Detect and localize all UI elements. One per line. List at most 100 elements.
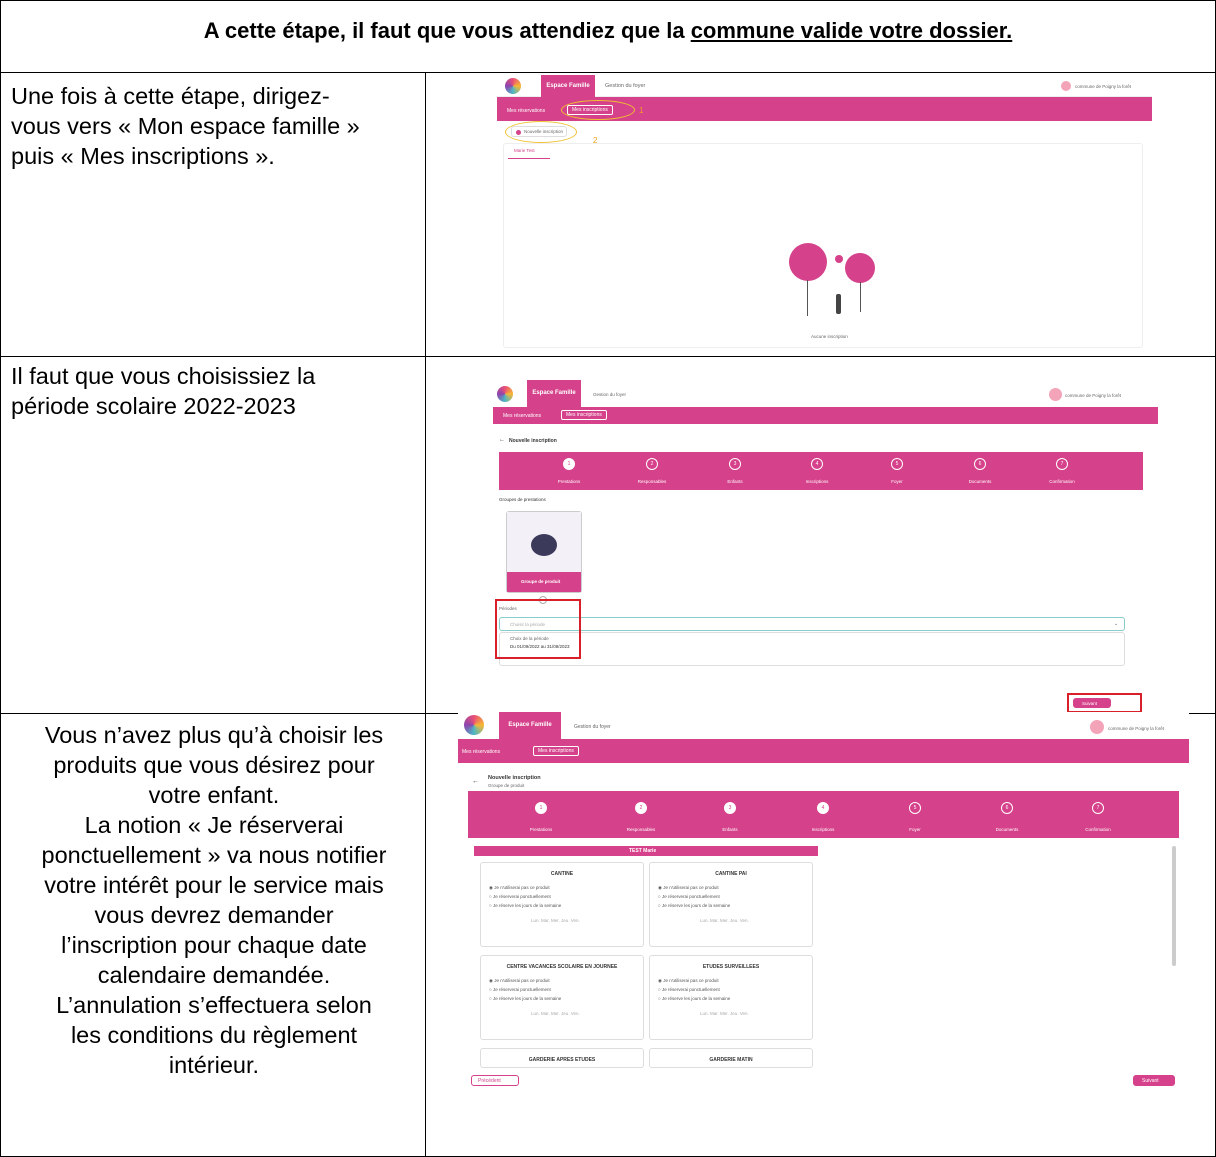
screenshot-periode: Espace Famille Gestion du foyer commune … [493,380,1158,713]
radio-option[interactable]: ○ Je réserverai ponctuellement [658,894,720,899]
days-row: Lun. Mar. Mer. Jeu. Ven. [700,1011,749,1016]
highlight-periode [495,599,581,659]
step-circle: 1 [535,802,547,814]
avatar[interactable] [1049,388,1062,401]
person-figure-icon [836,294,841,314]
product-title: GARDERIE APRES ETUDES [528,1057,596,1063]
tab-espace-famille[interactable]: Espace Famille [527,380,581,407]
commune-label: commune de Poigny la forêt [1065,393,1122,398]
radio-option[interactable]: ○ Je réserverai ponctuellement [658,987,720,992]
step-label: Foyer [909,827,921,832]
step-circle: 2 [635,802,647,814]
row3-line: votre intérêt pour le service mais [44,872,384,898]
product-card: GARDERIE MATIN [649,1048,813,1068]
radio-label: Je réserve les jours de la semaine [492,996,562,1001]
back-arrow-icon[interactable]: ← [499,437,505,443]
row1-text-cell: Une fois à cette étape, dirigez- vous ve… [0,72,426,357]
highlight-2 [505,121,577,143]
suivant-button[interactable]: Suivant [1133,1075,1175,1086]
tab-espace-famille[interactable]: Espace Famille [541,75,595,97]
nav-mes-reservations[interactable]: Mes réservations [503,413,541,419]
nav-mes-inscriptions[interactable]: Mes inscriptions [533,746,579,756]
step-circle: 7 [1092,802,1104,814]
radio-option[interactable]: ○ Je réserve les jours de la semaine [658,903,730,908]
tab-gestion-foyer[interactable]: Gestion du foyer [605,83,645,89]
page-heading: Nouvelle inscription [488,775,541,781]
commune-label: commune de Poigny la forêt [1075,84,1132,89]
radio-option[interactable]: ◉ Je n'utiliserai pas ce produit [489,885,550,891]
page-heading: Nouvelle inscription [509,438,557,444]
screenshot-produits: Espace Famille Gestion du foyer commune … [458,712,1189,1070]
illustration-tree-icon [789,243,827,281]
radio-option[interactable]: ○ Je réserve les jours de la semaine [489,903,561,908]
radio-option[interactable]: ○ Je réserve les jours de la semaine [658,996,730,1001]
radio-option[interactable]: ○ Je réserve les jours de la semaine [489,996,561,1001]
periode-dropdown: Choix de la période Du 01/09/2022 au 31/… [499,632,1125,666]
product-card: GARDERIE APRES ETUDES [480,1048,644,1068]
step-label: Confirmation [1049,479,1075,484]
radio-option[interactable]: ○ Je réserverai ponctuellement [489,894,551,899]
stepper [499,452,1143,490]
periode-select[interactable]: Choisir la période ⌄ [499,617,1125,631]
illustration-figure-icon [531,534,557,556]
tab-gestion-foyer[interactable]: Gestion du foyer [593,392,626,397]
row1-line: Une fois à cette étape, dirigez- [11,83,330,109]
step-label: Prestations [529,827,553,832]
groupes-label: Groupes de prestations [499,497,546,502]
radio-label: Je réserverai ponctuellement [661,894,720,899]
aucune-inscription-label: Aucune inscription [811,334,848,339]
chevron-down-icon: ⌄ [1114,621,1119,627]
child-tab[interactable]: Marie Test [514,148,535,153]
step-circle: 5 [909,802,921,814]
step-label: Confirmation [1085,827,1111,832]
radio-option[interactable]: ◉ Je n'utiliserai pas ce produit [658,978,719,984]
radio-option[interactable]: ◉ Je n'utiliserai pas ce produit [489,978,550,984]
child-tab-underline [508,158,550,159]
child-name: TEST Marie [629,848,657,854]
avatar[interactable] [1061,81,1071,91]
row3-line: L’annulation s’effectuera selon [56,992,372,1018]
nav-mes-inscriptions[interactable]: Mes inscriptions [561,410,607,420]
step-circle: 6 [974,458,986,470]
row3-line: vous devrez demander [94,902,334,928]
row1-line: vous vers « Mon espace famille » [11,113,360,139]
groupe-produit-label: Groupe de produit [521,579,561,584]
product-title: GARDERIE MATIN [709,1057,753,1063]
product-card: CANTINE PAI ◉ Je n'utiliserai pas ce pro… [649,862,813,947]
radio-option[interactable]: ◉ Je n'utiliserai pas ce produit [658,885,719,891]
radio-label: Je réserverai ponctuellement [492,894,551,899]
groupe-produit-card[interactable]: Groupe de produit [506,511,582,593]
highlight-suivant [1067,693,1142,713]
tab-gestion-foyer[interactable]: Gestion du foyer [574,724,611,730]
radio-option[interactable]: ○ Je réserverai ponctuellement [489,987,551,992]
title-prefix: A cette étape, il faut que vous attendie… [203,18,691,43]
product-card: CENTRE VACANCES SCOLAIRE EN JOURNEE ◉ Je… [480,955,644,1040]
app-logo-icon [497,386,513,402]
row3-line: intérieur. [168,1052,260,1078]
highlight-1 [561,100,635,120]
step-circle: 7 [1056,458,1068,470]
app-logo-icon [464,715,484,735]
nav-mes-reservations[interactable]: Mes réservations [507,108,545,114]
row1-line: puis « Mes inscriptions ». [11,143,275,169]
radio-label: Je réserve les jours de la semaine [661,996,731,1001]
radio-label: Je réserve les jours de la semaine [492,903,562,908]
step-label: Documents [995,827,1019,832]
row3-text: Vous n’avez plus qu’à choisir les produi… [9,720,419,1080]
tab-espace-famille[interactable]: Espace Famille [499,712,561,739]
radio-label: Je n'utiliserai pas ce produit [663,885,719,890]
radio-label: Je réserverai ponctuellement [661,987,720,992]
row2-text-cell: Il faut que vous choisissiez la période … [0,356,426,714]
precedent-button[interactable]: Précédent [471,1075,519,1086]
app-logo-icon [505,78,521,94]
nav-mes-reservations[interactable]: Mes réservations [462,749,500,755]
avatar[interactable] [1090,720,1104,734]
radio-label: Je réserve les jours de la semaine [661,903,731,908]
scrollbar[interactable] [1172,846,1176,966]
app-topbar [458,712,1189,739]
row2-text: Il faut que vous choisissiez la période … [11,361,411,421]
step-label: Inscriptions [805,479,829,484]
app-topbar [497,75,1152,97]
row3-line: produits que vous désirez pour [53,752,375,778]
back-arrow-icon[interactable]: ← [472,778,479,785]
